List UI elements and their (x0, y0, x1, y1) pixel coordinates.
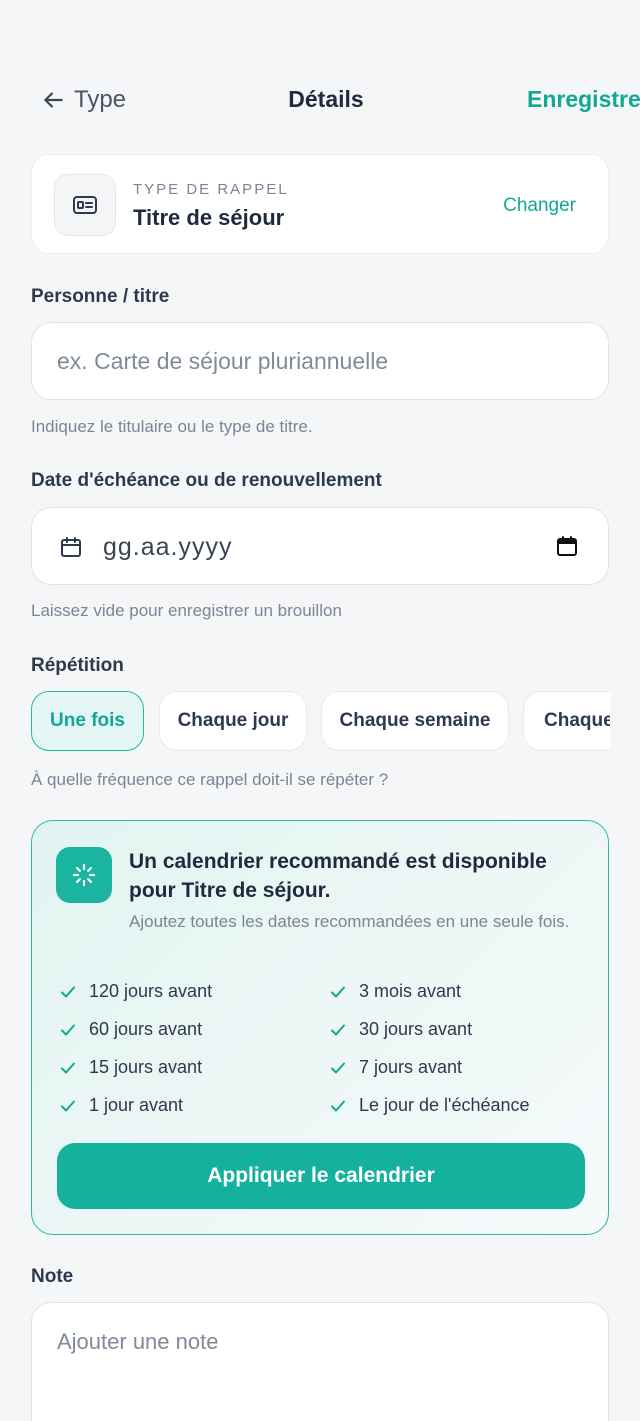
recommendation-subtitle: Ajoutez toutes les dates recommandées en… (129, 912, 570, 931)
check-icon (331, 1100, 345, 1111)
list-item-label: 1 jour avant (89, 1095, 184, 1115)
check-icon (331, 1062, 345, 1073)
repeat-option-monthly[interactable]: Chaque mois (523, 691, 610, 751)
list-item: 7 jours avant (329, 1057, 462, 1078)
list-item: Le jour de l'échéance (329, 1095, 530, 1116)
apply-schedule-button[interactable]: Appliquer le calendrier (57, 1143, 585, 1209)
list-item-label: 3 mois avant (359, 981, 462, 1001)
calendar-icon (61, 537, 81, 557)
note-label: Note (31, 1266, 74, 1287)
note-textarea[interactable] (31, 1302, 609, 1421)
date-input[interactable]: gg.aa.yyyy (31, 507, 609, 585)
check-icon (61, 1024, 75, 1035)
list-item-label: 60 jours avant (89, 1019, 203, 1039)
person-label: Personne / titre (31, 286, 170, 307)
list-item: 60 jours avant (59, 1019, 202, 1040)
check-icon (61, 1062, 75, 1073)
list-item-label: 120 jours avant (89, 981, 213, 1001)
list-item: 1 jour avant (59, 1095, 183, 1116)
sparkle-loader-icon (56, 847, 112, 903)
repeat-hint: À quelle fréquence ce rappel doit-il se … (31, 770, 389, 789)
date-hint: Laissez vide pour enregistrer un brouill… (31, 601, 342, 620)
check-icon (331, 1024, 345, 1035)
calendar-picker-icon[interactable] (555, 534, 579, 558)
repeat-option-daily[interactable]: Chaque jour (159, 691, 307, 751)
check-icon (61, 986, 75, 997)
person-input[interactable] (31, 322, 609, 400)
type-kicker: TYPE DE RAPPEL (133, 181, 289, 198)
list-item-label: 7 jours avant (359, 1057, 463, 1077)
reminder-type-card: TYPE DE RAPPEL Titre de séjour Changer (31, 154, 609, 254)
recommendation-title: Un calendrier recommandé est disponible … (129, 850, 547, 902)
repeat-label: Répétition (31, 655, 124, 676)
recommended-schedule-card: Un calendrier recommandé est disponible … (31, 820, 609, 1235)
list-item-label: 30 jours avant (359, 1019, 473, 1039)
date-label: Date d'échéance ou de renouvellement (31, 470, 382, 491)
change-type-button[interactable]: Changer (503, 195, 576, 217)
check-icon (61, 1100, 75, 1111)
repeat-option-weekly[interactable]: Chaque semaine (321, 691, 509, 751)
check-icon (331, 986, 345, 997)
reminder-details-screen: Type Détails Enregistrer TYPE DE RAPPEL … (0, 0, 640, 1421)
list-item: 15 jours avant (59, 1057, 202, 1078)
id-card-icon (54, 174, 116, 236)
repeat-options: Une fois Chaque jour Chaque semaine Chaq… (31, 691, 610, 751)
save-button[interactable]: Enregistrer (527, 86, 640, 113)
list-item: 120 jours avant (59, 981, 212, 1002)
person-hint: Indiquez le titulaire ou le type de titr… (31, 417, 313, 436)
type-value: Titre de séjour (133, 205, 285, 230)
list-item: 30 jours avant (329, 1019, 472, 1040)
list-item-label: Le jour de l'échéance (359, 1095, 530, 1115)
list-item-label: 15 jours avant (89, 1057, 203, 1077)
list-item: 3 mois avant (329, 981, 461, 1002)
date-placeholder: gg.aa.yyyy (103, 533, 233, 561)
repeat-option-once[interactable]: Une fois (31, 691, 144, 751)
top-bar: Type Détails Enregistrer (0, 78, 640, 124)
